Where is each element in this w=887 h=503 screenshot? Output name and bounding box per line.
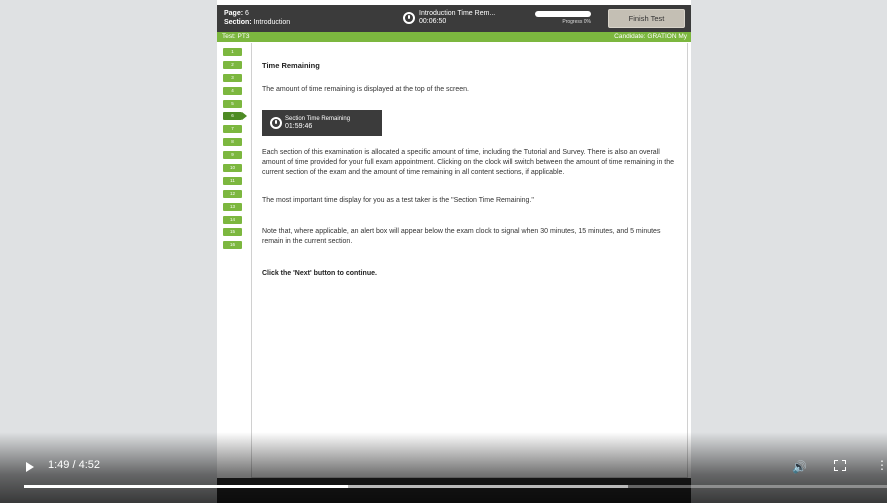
clock-example-time: 01:59:46: [285, 123, 313, 130]
continue-instruction: Click the 'Next' button to continue.: [262, 270, 377, 277]
nav-page-14[interactable]: 14: [223, 215, 242, 224]
progress-indicator: Progress 0%: [535, 11, 591, 25]
nav-page-7[interactable]: 7: [223, 125, 242, 134]
intro-text: The amount of time remaining is displaye…: [262, 86, 470, 93]
fullscreen-icon[interactable]: [834, 460, 846, 471]
section-name: Introduction: [253, 19, 291, 26]
page-info: Page: 6 Section: Introduction: [224, 9, 290, 27]
page-label: Page:: [224, 10, 244, 17]
nav-page-8[interactable]: 8: [223, 138, 242, 147]
play-icon[interactable]: [26, 462, 34, 472]
clock-icon: [270, 117, 282, 129]
exam-app: Page: 6 Section: Introduction Introducti…: [217, 0, 691, 503]
page-number: 6: [245, 10, 249, 17]
nav-page-10[interactable]: 10: [223, 164, 242, 173]
left-gutter: [0, 0, 217, 503]
page-navigation: 1 2 3 4 5 6 7 8 9 10 11 12 13 14 15 16: [223, 48, 247, 254]
test-name: Test: PT3: [222, 33, 250, 40]
video-scrubber[interactable]: [24, 485, 887, 488]
finish-test-button[interactable]: Finish Test: [608, 9, 685, 28]
paragraph-alert-box: Note that, where applicable, an alert bo…: [262, 228, 661, 245]
page-title: Time Remaining: [262, 61, 320, 70]
section-clock-example: Section Time Remaining 01:59:46: [262, 110, 382, 136]
timer-value: 00:06:50: [419, 18, 447, 25]
clock-icon: [403, 12, 415, 24]
nav-page-11[interactable]: 11: [223, 176, 242, 185]
clock-example-label: Section Time Remaining: [285, 116, 351, 122]
nav-page-13[interactable]: 13: [223, 202, 242, 211]
nav-page-6[interactable]: 6: [223, 112, 247, 121]
section-label: Section:: [224, 19, 252, 26]
nav-page-4[interactable]: 4: [223, 86, 242, 95]
nav-page-16[interactable]: 16: [223, 241, 242, 250]
played-bar: [24, 485, 348, 488]
nav-page-15[interactable]: 15: [223, 228, 242, 237]
nav-page-1[interactable]: 1: [223, 48, 242, 56]
volume-icon[interactable]: 🔊: [792, 460, 807, 474]
nav-page-3[interactable]: 3: [223, 73, 242, 82]
content-panel: Time Remaining The amount of time remain…: [251, 43, 688, 478]
paragraph-important-display: The most important time display for you …: [262, 197, 534, 204]
candidate-name: Candidate: GRATION My: [614, 33, 687, 40]
exam-header: Page: 6 Section: Introduction Introducti…: [217, 5, 691, 32]
progress-bar: [535, 11, 591, 17]
video-controls-overlay: [0, 432, 887, 503]
more-options-icon[interactable]: ⋮: [876, 459, 887, 471]
nav-page-2[interactable]: 2: [223, 60, 242, 69]
nav-page-12[interactable]: 12: [223, 189, 242, 198]
progress-label: Progress 0%: [562, 19, 591, 25]
right-gutter: [691, 0, 887, 503]
paragraph-time-allocation: Each section of this examination is allo…: [262, 149, 675, 176]
nav-page-9[interactable]: 9: [223, 151, 242, 160]
test-info-bar: Test: PT3 Candidate: GRATION My: [217, 32, 691, 42]
timer-title: Introduction Time Rem...: [419, 10, 496, 17]
nav-page-5[interactable]: 5: [223, 99, 242, 108]
section-timer[interactable]: Introduction Time Rem... 00:06:50: [403, 10, 495, 26]
video-time: 1:49 / 4:52: [48, 459, 100, 471]
